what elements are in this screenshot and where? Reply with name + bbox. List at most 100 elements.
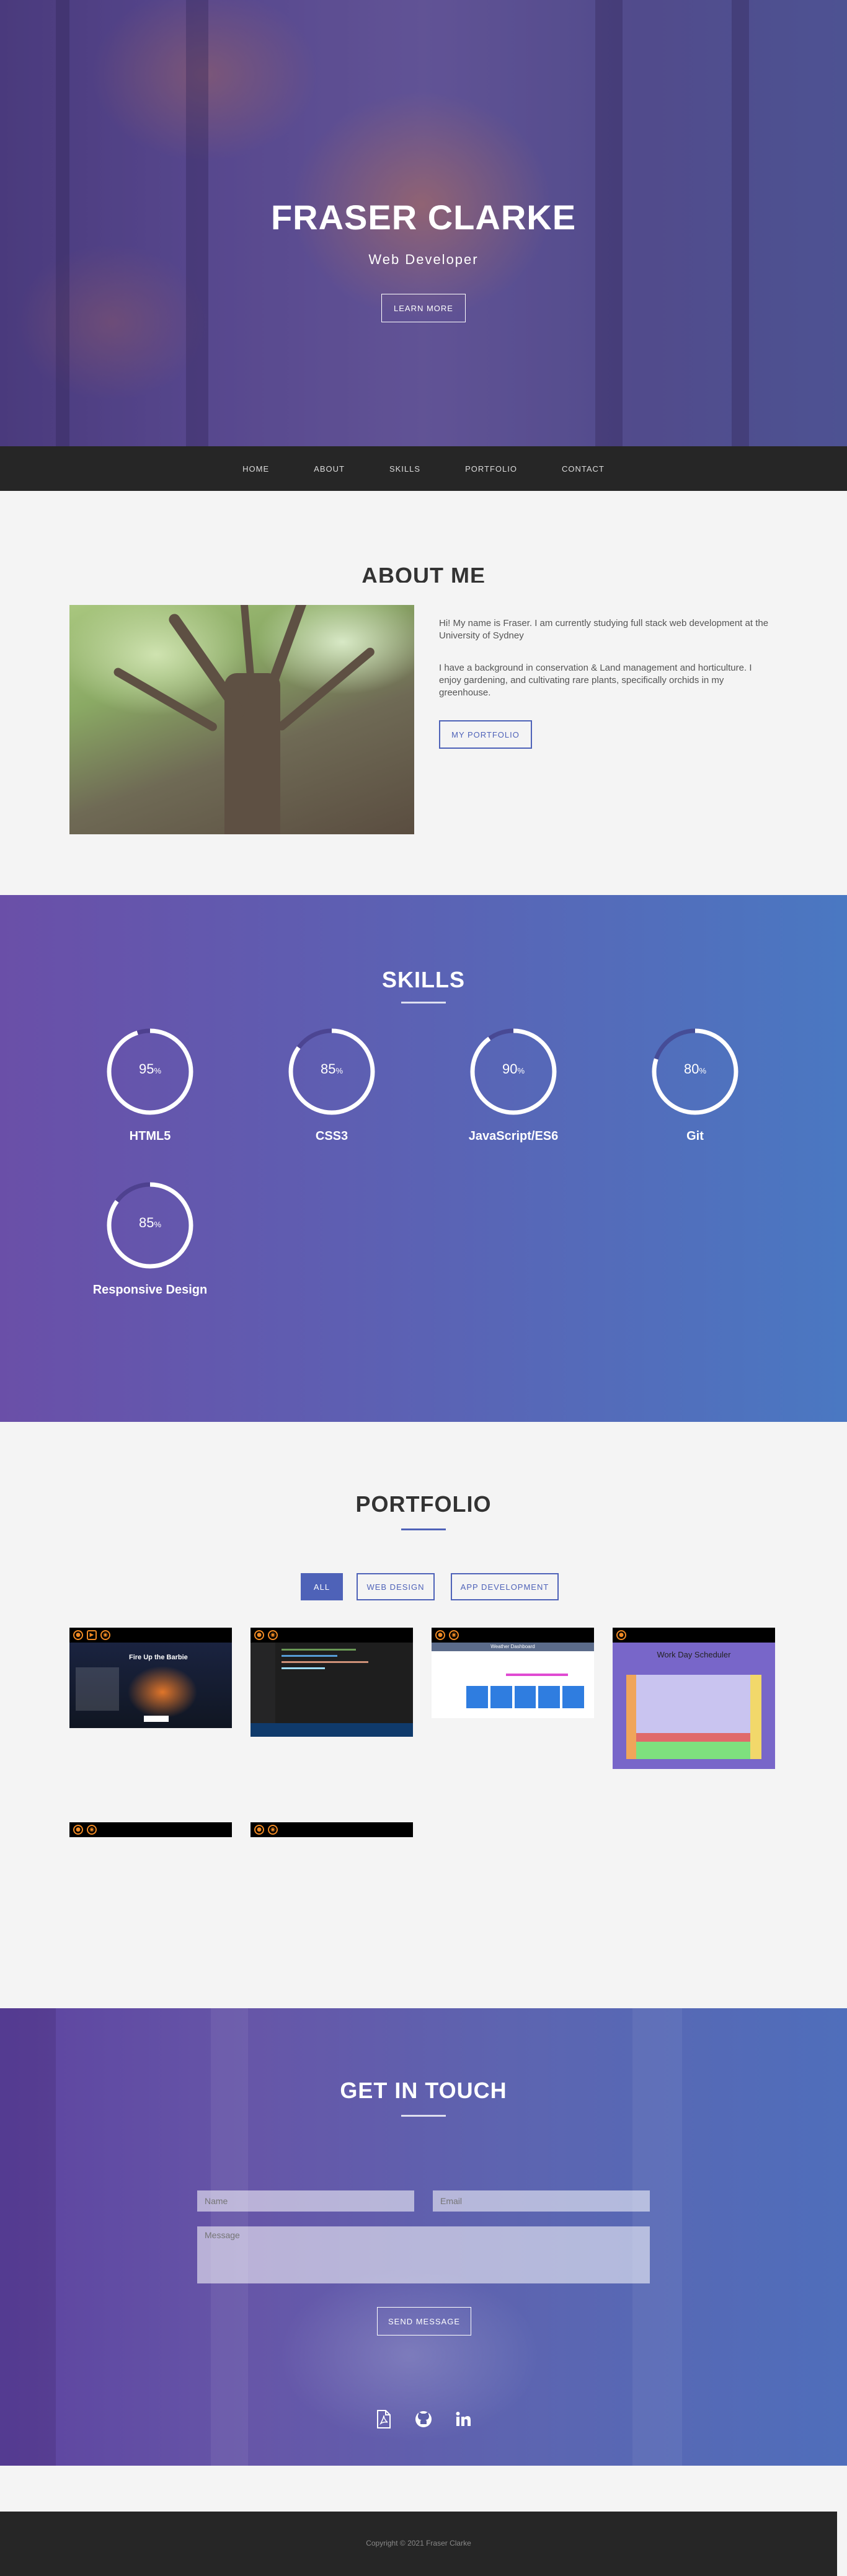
nav-item-contact[interactable]: CONTACT (562, 464, 605, 474)
resume-pdf-icon[interactable] (375, 2410, 393, 2428)
project-panel (76, 1667, 119, 1711)
scheduler-row-future (626, 1742, 761, 1759)
taskbar (251, 1723, 413, 1737)
skill-name: CSS3 (315, 1129, 348, 1143)
eye-icon[interactable]: ◉ (268, 1825, 278, 1835)
skill-percent: 80% (683, 1061, 707, 1077)
skill-item: 85% CSS3 (251, 1026, 412, 1144)
learn-more-button[interactable]: LEARN MORE (381, 294, 466, 322)
nav-item-about[interactable]: ABOUT (314, 464, 345, 474)
footer: Copyright © 2021 Fraser Clarke (0, 2512, 837, 2576)
email-field[interactable] (433, 2190, 650, 2212)
skill-item: 95% HTML5 (69, 1026, 231, 1144)
github-icon[interactable]: ● (254, 1630, 264, 1640)
card-icon-bar: ● ◉ (432, 1628, 594, 1643)
about-section: ABOUT ME Hi! My name is Fraser. I am cur… (0, 491, 847, 895)
contact-section: GET IN TOUCH SEND MESSAGE (0, 2008, 847, 2466)
copyright-text: Copyright © 2021 Fraser Clarke (366, 2539, 471, 2547)
hero-title: FRASER CLARKE (270, 198, 577, 237)
skills-title-underline (401, 1002, 446, 1003)
code-line (282, 1661, 368, 1663)
scheduler-row-current (626, 1733, 761, 1742)
filter-web-design-button[interactable]: WEB DESIGN (357, 1573, 435, 1600)
contact-title-underline (401, 2115, 446, 2117)
eye-icon[interactable]: ◉ (100, 1630, 110, 1640)
send-message-button[interactable]: SEND MESSAGE (377, 2307, 471, 2336)
portfolio-section: PORTFOLIO ALL WEB DESIGN APP DEVELOPMENT… (0, 1422, 847, 2008)
portfolio-card[interactable]: ● Work Day Scheduler (613, 1628, 775, 1769)
editor-sidebar (251, 1643, 275, 1723)
eye-icon[interactable]: ◉ (87, 1825, 97, 1835)
github-icon[interactable]: ● (435, 1630, 445, 1640)
my-portfolio-button[interactable]: MY PORTFOLIO (439, 720, 532, 749)
project-screen-title: Fire Up the Barbie (129, 1654, 188, 1661)
skills-title: SKILLS (381, 967, 465, 992)
skill-name: Git (686, 1129, 704, 1143)
name-field[interactable] (197, 2190, 414, 2212)
portfolio-title: PORTFOLIO (355, 1491, 492, 1517)
card-icon-bar: ● ◉ (251, 1822, 413, 1837)
project-screen-title: Work Day Scheduler (657, 1650, 731, 1659)
skill-name: Responsive Design (92, 1283, 208, 1297)
portfolio-card[interactable]: ● ◉ (69, 1822, 232, 1837)
skill-percent: 90% (502, 1061, 525, 1077)
card-icon-bar: ● ◉ (251, 1628, 413, 1643)
eye-icon[interactable]: ◉ (268, 1630, 278, 1640)
skill-name: HTML5 (129, 1129, 171, 1143)
nav-item-home[interactable]: HOME (242, 464, 269, 474)
linkedin-icon[interactable] (454, 2410, 472, 2428)
photo-branch (275, 646, 376, 733)
nav-item-portfolio[interactable]: PORTFOLIO (465, 464, 517, 474)
portfolio-card[interactable]: ● ◉ Weather Dashboard (432, 1628, 594, 1718)
background-strip (0, 2008, 56, 2466)
project-screen-title: Weather Dashboard (432, 1643, 594, 1651)
skill-item: 80% Git (614, 1026, 776, 1144)
skill-percent: 95% (138, 1061, 162, 1077)
skill-percent: 85% (320, 1061, 344, 1077)
portfolio-card[interactable]: ● ◉ (251, 1822, 413, 1837)
hero-subtitle: Web Developer (368, 252, 479, 267)
scheduler-hours (626, 1675, 636, 1759)
about-paragraph-2: I have a background in conservation & La… (439, 663, 752, 698)
github-icon[interactable]: ● (616, 1630, 626, 1640)
forecast-row (466, 1686, 584, 1708)
code-line (282, 1649, 356, 1651)
project-screenshot: Fire Up the Barbie (69, 1643, 232, 1728)
about-tree-photo (69, 605, 414, 834)
card-icon-bar: ● ▶ ◉ (69, 1628, 232, 1643)
about-title: ABOUT ME (361, 563, 486, 583)
message-field[interactable] (197, 2226, 650, 2283)
scheduler-save-column (750, 1675, 761, 1759)
skill-item: 90% JavaScript/ES6 (433, 1026, 594, 1144)
photo-branch (112, 666, 219, 733)
github-icon[interactable]: ● (73, 1825, 83, 1835)
portfolio-card[interactable]: ● ◉ (251, 1628, 413, 1737)
portfolio-title-underline (401, 1528, 446, 1530)
eye-icon[interactable]: ◉ (449, 1630, 459, 1640)
skills-section: SKILLS 95% HTML5 85% CSS3 90% JavaScript/ES6 8… (0, 895, 847, 1422)
code-line (282, 1655, 337, 1657)
project-screenshot: Work Day Scheduler (613, 1643, 775, 1769)
photo-branch (255, 605, 310, 718)
about-paragraph-1: Hi! My name is Fraser. I am currently st… (439, 618, 769, 641)
github-icon[interactable]: ● (73, 1630, 83, 1640)
skill-name: JavaScript/ES6 (468, 1129, 559, 1143)
video-icon[interactable]: ▶ (87, 1630, 97, 1640)
project-button (144, 1716, 169, 1722)
filter-all-button[interactable]: ALL (301, 1573, 343, 1600)
portfolio-card[interactable]: ● ▶ ◉ Fire Up the Barbie (69, 1628, 232, 1728)
skill-item: 85% Responsive Design (69, 1180, 231, 1297)
weather-bar (506, 1674, 568, 1676)
filter-app-development-button[interactable]: APP DEVELOPMENT (451, 1573, 559, 1600)
project-screenshot: Weather Dashboard (432, 1643, 594, 1718)
hero-section: FRASER CLARKE Web Developer LEARN MORE (0, 0, 847, 446)
skill-percent: 85% (138, 1215, 162, 1230)
code-line (282, 1667, 325, 1669)
card-icon-bar: ● ◉ (69, 1822, 232, 1837)
nav-item-skills[interactable]: SKILLS (389, 464, 420, 474)
card-icon-bar: ● (613, 1628, 775, 1643)
main-nav: HOME ABOUT SKILLS PORTFOLIO CONTACT (0, 446, 847, 491)
github-icon[interactable]: ● (254, 1825, 264, 1835)
contact-title: GET IN TOUCH (340, 2078, 507, 2103)
github-icon[interactable] (414, 2410, 433, 2428)
